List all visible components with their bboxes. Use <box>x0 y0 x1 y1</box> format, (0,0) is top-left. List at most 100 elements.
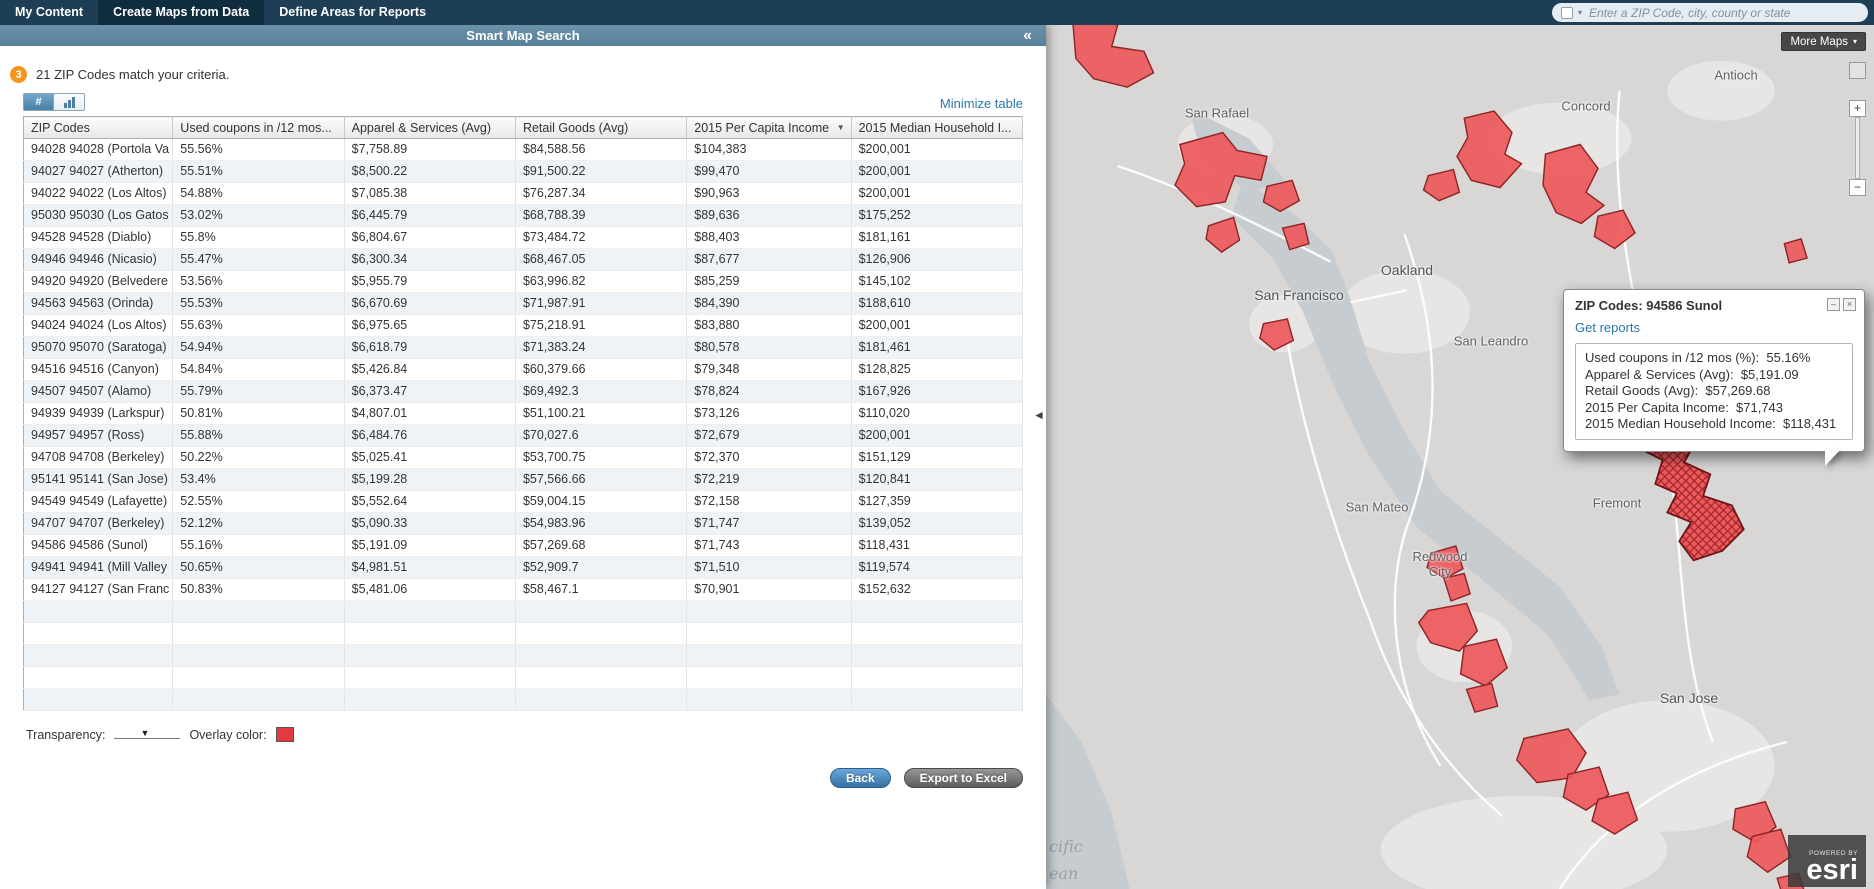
table-cell <box>515 666 688 689</box>
column-header[interactable]: Used coupons in /12 mos... <box>172 116 345 139</box>
panel-collapse-handle[interactable]: ◄ <box>1033 405 1045 425</box>
table-cell: $200,001 <box>851 424 1024 447</box>
table-row[interactable]: 94941 94941 (Mill Valley 50.65% $4,981.51 $… <box>23 556 1024 579</box>
table-row[interactable]: 95141 95141 (San Jose) 53.4% $5,199.28 $57,… <box>23 468 1024 491</box>
popup-stat-line: 2015 Per Capita Income: $71,743 <box>1585 399 1784 415</box>
zoom-slider-track[interactable] <box>1855 117 1860 179</box>
table-cell: 55.88% <box>172 424 345 447</box>
table-cell: $4,807.01 <box>344 402 516 425</box>
table-row[interactable]: 94024 94024 (Los Altos) 55.63% $6,975.65 $7… <box>23 314 1024 337</box>
table-cell <box>515 600 688 623</box>
table-cell: $119,574 <box>851 556 1024 579</box>
table-cell: $5,426.84 <box>344 358 516 381</box>
table-cell: 94957 94957 (Ross) <box>23 424 174 447</box>
table-cell <box>23 600 174 623</box>
action-buttons: Back Export to Excel <box>23 768 1023 788</box>
table-row[interactable]: 94022 94022 (Los Altos) 54.88% $7,085.38 $7… <box>23 182 1024 205</box>
overlay-controls: Transparency: ▼ Overlay color: <box>26 727 1023 742</box>
sort-arrow-icon[interactable]: ▼ <box>837 123 845 132</box>
table-cell: $71,747 <box>686 512 852 535</box>
search-dropdown-caret[interactable]: ▾ <box>1578 8 1582 17</box>
table-cell: $110,020 <box>851 402 1024 425</box>
table-row[interactable]: 95030 95030 (Los Gatos 53.02% $6,445.79 $68… <box>23 204 1024 227</box>
table-row[interactable]: 94939 94939 (Larkspur) 50.81% $4,807.01 $51… <box>23 402 1024 425</box>
table-cell <box>515 622 688 645</box>
table-cell <box>851 688 1024 711</box>
nav-tab-my-content[interactable]: My Content <box>0 0 98 25</box>
popup-stat-line: Used coupons in /12 mos (%): 55.16% <box>1585 350 1811 365</box>
export-to-excel-button[interactable]: Export to Excel <box>903 768 1023 788</box>
nav-tab-create-maps-from-data[interactable]: Create Maps from Data <box>98 0 265 25</box>
table-row[interactable]: 94707 94707 (Berkeley) 52.12% $5,090.33 $54… <box>23 512 1024 535</box>
table-cell: $6,670.69 <box>344 292 516 315</box>
table-cell: $7,758.89 <box>344 138 516 161</box>
popup-minimize-icon[interactable]: – <box>1827 298 1840 311</box>
table-cell: 50.81% <box>172 402 345 425</box>
table-row[interactable]: 94027 94027 (Atherton) 55.51% $8,500.22 $91… <box>23 160 1024 183</box>
empty-table-row <box>23 688 1024 711</box>
more-maps-button[interactable]: More Maps ▾ <box>1781 32 1866 51</box>
table-cell: 54.88% <box>172 182 345 205</box>
table-cell <box>686 666 852 689</box>
nav-tab-define-areas-for-reports[interactable]: Define Areas for Reports <box>264 0 441 25</box>
search-input[interactable] <box>1587 4 1859 21</box>
table-row[interactable]: 94946 94946 (Nicasio) 55.47% $6,300.34 $68,… <box>23 248 1024 271</box>
table-row[interactable]: 94957 94957 (Ross) 55.88% $6,484.76 $70,027… <box>23 424 1024 447</box>
popup-stat-line: Retail Goods (Avg): $57,269.68 <box>1585 383 1771 398</box>
column-header[interactable]: Retail Goods (Avg) <box>515 116 688 139</box>
table-cell: $188,610 <box>851 292 1024 315</box>
table-cell: $51,100.21 <box>515 402 688 425</box>
table-cell: $71,743 <box>686 534 852 557</box>
table-cell: 94549 94549 (Lafayette) <box>23 490 174 513</box>
table-cell: $57,269.68 <box>515 534 688 557</box>
table-row[interactable]: 94507 94507 (Alamo) 55.79% $6,373.47 $69,49… <box>23 380 1024 403</box>
column-header[interactable]: Apparel & Services (Avg) <box>344 116 516 139</box>
column-header[interactable]: 2015 Per Capita Income ▼ <box>686 116 852 139</box>
table-row[interactable]: 94528 94528 (Diablo) 55.8% $6,804.67 $73,48… <box>23 226 1024 249</box>
table-row[interactable]: 94127 94127 (San Franc 50.83% $5,481.06 $58… <box>23 578 1024 601</box>
basemap <box>1046 25 1874 889</box>
zoom-in-button[interactable]: + <box>1849 100 1866 117</box>
table-cell <box>344 688 516 711</box>
table-cell: $200,001 <box>851 160 1024 183</box>
table-cell: $5,552.64 <box>344 490 516 513</box>
table-cell: $181,161 <box>851 226 1024 249</box>
table-cell: $83,880 <box>686 314 852 337</box>
home-extent-button[interactable] <box>1849 62 1866 79</box>
table-row[interactable]: 94920 94920 (Belvedere 53.56% $5,955.79 $63… <box>23 270 1024 293</box>
table-cell: 53.02% <box>172 204 345 227</box>
table-row[interactable]: 94516 94516 (Canyon) 54.84% $5,426.84 $60,3… <box>23 358 1024 381</box>
transparency-slider[interactable]: ▼ <box>114 728 181 742</box>
collapse-panel-icon[interactable]: « <box>1023 25 1032 46</box>
table-cell: $72,158 <box>686 490 852 513</box>
table-cell: $7,085.38 <box>344 182 516 205</box>
table-row[interactable]: 94586 94586 (Sunol) 55.16% $5,191.09 $57,26… <box>23 534 1024 557</box>
column-header[interactable]: ZIP Codes <box>23 116 174 139</box>
zoom-control: + − <box>1849 62 1866 196</box>
popup-close-icon[interactable]: × <box>1843 298 1856 311</box>
table-cell: $6,373.47 <box>344 380 516 403</box>
search-box[interactable]: ▾ <box>1552 3 1868 22</box>
transparency-slider-thumb[interactable]: ▼ <box>140 728 149 738</box>
overlay-color-swatch[interactable] <box>275 727 294 742</box>
table-view-button[interactable]: # <box>23 93 54 111</box>
table-cell: $5,955.79 <box>344 270 516 293</box>
table-row[interactable]: 94563 94563 (Orinda) 55.53% $6,670.69 $71,9… <box>23 292 1024 315</box>
table-cell: $52,909.7 <box>515 556 688 579</box>
get-reports-link[interactable]: Get reports <box>1575 320 1640 335</box>
table-cell: $87,677 <box>686 248 852 271</box>
map[interactable]: San Rafael Antioch Concord Oakland San Franc… <box>1046 25 1874 889</box>
minimize-table-link[interactable]: Minimize table <box>940 96 1023 111</box>
column-header[interactable]: 2015 Median Household I... <box>851 116 1024 139</box>
chart-view-button[interactable] <box>54 93 85 111</box>
back-button[interactable]: Back <box>829 768 891 788</box>
zoom-out-button[interactable]: − <box>1849 179 1866 196</box>
table-cell: $78,824 <box>686 380 852 403</box>
table-cell <box>172 688 345 711</box>
table-row[interactable]: 94549 94549 (Lafayette) 52.55% $5,552.64 $5… <box>23 490 1024 513</box>
table-row[interactable]: 94708 94708 (Berkeley) 50.22% $5,025.41 $53… <box>23 446 1024 469</box>
table-row[interactable]: 95070 95070 (Saratoga) 54.94% $6,618.79 $71… <box>23 336 1024 359</box>
table-row[interactable]: 94028 94028 (Portola Va 55.56% $7,758.89 $8… <box>23 138 1024 161</box>
popup-stat-line: Apparel & Services (Avg): $5,191.09 <box>1585 366 1799 382</box>
table-cell: $175,252 <box>851 204 1024 227</box>
